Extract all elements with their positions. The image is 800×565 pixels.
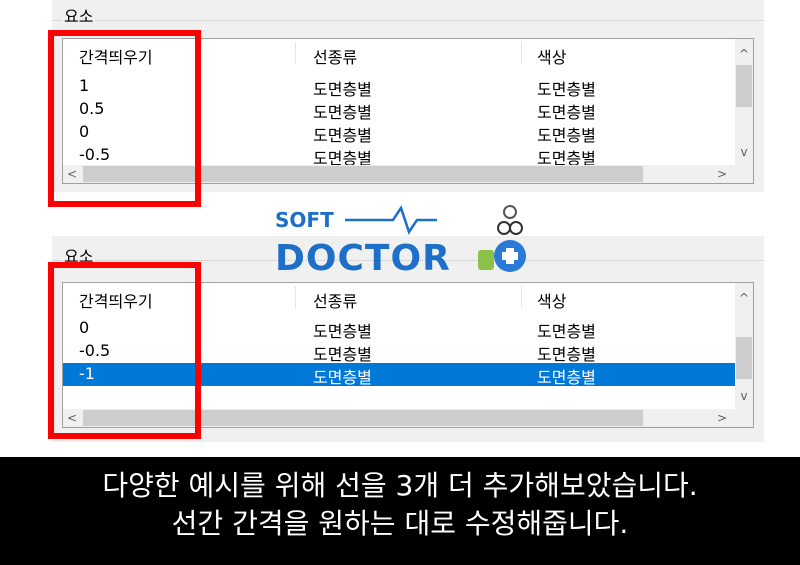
column-divider[interactable] xyxy=(521,42,522,64)
scroll-right-arrow-icon[interactable]: > xyxy=(713,411,731,425)
doctor-mascot-icon xyxy=(478,205,526,272)
scroll-up-arrow-icon[interactable]: ^ xyxy=(735,291,753,305)
column-header-color[interactable]: 색상 xyxy=(537,288,566,312)
scroll-down-arrow-icon[interactable]: v xyxy=(735,145,753,159)
subtitle-caption: 다양한 예시를 위해 선을 3개 더 추가해보았습니다. 선간 간격을 원하는 … xyxy=(0,457,800,565)
cell-linetype: 도면층별 xyxy=(313,345,372,364)
scrollbar-corner xyxy=(735,409,753,427)
caption-line-1: 다양한 예시를 위해 선을 3개 더 추가해보았습니다. xyxy=(102,469,698,502)
group-box-border xyxy=(52,20,764,21)
cell-linetype: 도면층별 xyxy=(313,368,372,387)
vertical-scrollbar[interactable]: ^ v xyxy=(735,283,753,409)
scroll-down-arrow-icon[interactable]: v xyxy=(735,389,753,403)
cell-color: 도면층별 xyxy=(537,126,596,145)
cell-color: 도면층별 xyxy=(537,368,596,387)
group-box-title: 요소 xyxy=(62,7,96,26)
caption-line-2: 선간 간격을 원하는 대로 수정해줍니다. xyxy=(171,507,629,540)
column-divider[interactable] xyxy=(521,286,522,308)
scrollbar-corner xyxy=(735,165,753,183)
scroll-up-arrow-icon[interactable]: ^ xyxy=(735,47,753,61)
cell-color: 도면층별 xyxy=(537,322,596,341)
highlight-box-bottom xyxy=(48,262,201,439)
cell-linetype: 도면층별 xyxy=(313,322,372,341)
column-divider[interactable] xyxy=(295,42,296,64)
vertical-scroll-thumb[interactable] xyxy=(736,65,752,107)
highlight-box-top xyxy=(48,30,201,207)
cell-linetype: 도면층별 xyxy=(313,126,372,145)
vertical-scrollbar[interactable]: ^ v xyxy=(735,39,753,165)
cell-color: 도면층별 xyxy=(537,80,596,99)
column-header-color[interactable]: 색상 xyxy=(537,44,566,68)
column-header-linetype[interactable]: 선종류 xyxy=(313,44,357,68)
vertical-scroll-thumb[interactable] xyxy=(736,337,752,379)
cell-color: 도면층별 xyxy=(537,345,596,364)
column-divider[interactable] xyxy=(295,286,296,308)
cell-linetype: 도면층별 xyxy=(313,80,372,99)
logo-text-doctor: DOCTOR xyxy=(275,238,451,279)
soft-doctor-logo: SOFT DOCTOR xyxy=(275,198,545,279)
column-header-linetype[interactable]: 선종류 xyxy=(313,288,357,312)
cell-linetype: 도면층별 xyxy=(313,103,372,122)
cell-color: 도면층별 xyxy=(537,103,596,122)
scroll-right-arrow-icon[interactable]: > xyxy=(713,167,731,181)
